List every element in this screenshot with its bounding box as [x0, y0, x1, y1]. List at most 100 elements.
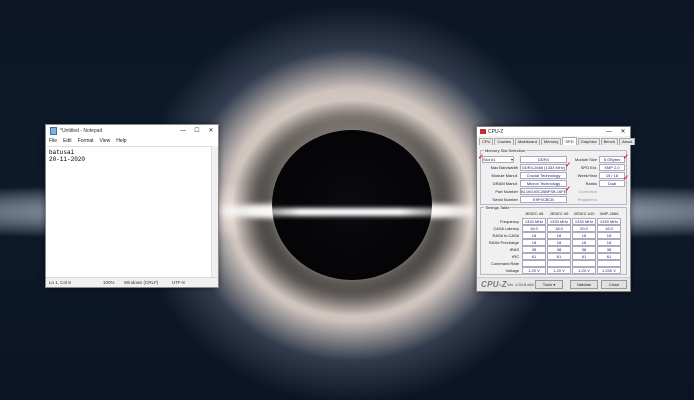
timings-column-header: XMP-2666: [599, 211, 619, 216]
tab-mainboard[interactable]: Mainboard: [515, 138, 540, 145]
timings-cell: 61: [522, 253, 546, 260]
menu-format[interactable]: Format: [78, 138, 94, 144]
notepad-statusbar: Ln 1, Col 8 100% Windows (CRLF) UTF-8: [46, 277, 218, 287]
slot-select-value: Slot #1: [483, 157, 496, 162]
check-mark-icon: ✓: [623, 154, 629, 161]
timings-cell: [572, 260, 596, 267]
timings-cell: 18: [572, 232, 596, 239]
notepad-text-area[interactable]: batusai 20-11-2020: [47, 146, 211, 278]
timings-group-label: Timings Table: [484, 205, 511, 210]
spd-ext-label: SPD Ext.: [580, 165, 597, 170]
maximize-icon[interactable]: ☐: [190, 127, 204, 134]
timings-cell: 16.0: [522, 225, 546, 232]
wallpaper-disk-front: [225, 208, 475, 216]
chevron-down-icon: ▾: [510, 157, 513, 162]
tools-button-label: Tools: [542, 282, 553, 287]
menu-file[interactable]: File: [49, 138, 57, 144]
week-year-value: 19 / 18: [599, 172, 625, 179]
close-button[interactable]: Close: [601, 280, 627, 289]
tools-button[interactable]: Tools ▾: [535, 280, 563, 289]
tab-about[interactable]: About: [618, 138, 636, 145]
timings-row-label: RAS# to CAS#: [492, 233, 519, 238]
tab-memory[interactable]: Memory: [540, 138, 562, 145]
timings-row-label: tRAS: [509, 247, 519, 252]
timings-cell: 16.0: [597, 225, 621, 232]
timings-cell: 1333 MHz: [597, 218, 621, 225]
minimize-icon[interactable]: —: [602, 129, 616, 135]
tab-bench[interactable]: Bench: [600, 138, 618, 145]
minimize-icon[interactable]: —: [176, 128, 190, 134]
memory-type-value: DDR4: [520, 156, 567, 163]
week-year-label: Week/Year: [577, 173, 597, 178]
tab-caches[interactable]: Caches: [494, 138, 515, 145]
spd-ext-value: XMP 2.0: [599, 164, 625, 171]
timings-cell: 20.0: [572, 225, 596, 232]
timings-cell: 38: [597, 246, 621, 253]
max-bandwidth-label: Max Bandwidth: [490, 165, 518, 170]
serial-number-label: Serial Number: [492, 197, 518, 202]
timings-row-label: tRC: [512, 254, 519, 259]
cpuz-version: Ver. 1.94.8.x64: [507, 282, 534, 287]
text-line: batusai: [49, 149, 75, 156]
cpuz-logo: CPU-Z: [481, 280, 507, 289]
timings-cell: [597, 260, 621, 267]
module-size-label: Module Size: [574, 157, 597, 162]
tab-graphics[interactable]: Graphics: [577, 138, 600, 145]
timings-cell: 18: [522, 232, 546, 239]
timings-cell: 18: [597, 239, 621, 246]
notepad-menubar: File Edit Format View Help: [46, 136, 218, 145]
menu-help[interactable]: Help: [116, 138, 126, 144]
registered-label: Registered: [577, 197, 597, 202]
ranks-label: Ranks: [585, 181, 597, 186]
timings-cell: 18: [572, 239, 596, 246]
wallpaper-black-hole: [272, 130, 432, 280]
timings-cell: 1333 MHz: [522, 218, 546, 225]
timings-cell: 61: [572, 253, 596, 260]
timings-row-label: Frequency: [500, 219, 519, 224]
notepad-scrollbar[interactable]: [211, 146, 218, 278]
cpuz-title: CPU-Z: [488, 128, 504, 135]
dram-manuf-value: Micron Technology: [520, 180, 567, 187]
timings-cell: 1.20 V: [522, 267, 546, 274]
check-mark-icon: ✓: [565, 162, 571, 169]
cpuz-titlebar[interactable]: CPU-Z — ✕: [477, 127, 630, 136]
part-number-label: Part Number: [495, 189, 518, 194]
close-icon[interactable]: ✕: [204, 127, 218, 134]
close-icon[interactable]: ✕: [616, 128, 630, 135]
status-position: Ln 1, Col 8: [49, 280, 71, 285]
menu-edit[interactable]: Edit: [63, 138, 72, 144]
timings-column-header: JEDEC #10: [573, 211, 595, 216]
chevron-down-icon: ▾: [553, 282, 556, 287]
notepad-app-icon: [50, 126, 57, 135]
timings-cell: 61: [547, 253, 571, 260]
check-mark-icon: ✓: [478, 154, 484, 161]
notepad-titlebar[interactable]: *Untitled - Notepad — ☐ ✕: [46, 125, 218, 136]
timings-cell: 61: [597, 253, 621, 260]
timings-cell: 38: [572, 246, 596, 253]
ranks-value: Dual: [599, 180, 625, 187]
timings-cell: 18: [597, 232, 621, 239]
notepad-title: *Untitled - Notepad: [60, 127, 103, 134]
validate-button[interactable]: Validate: [570, 280, 598, 289]
slot-select[interactable]: Slot #1 ▾: [482, 156, 514, 163]
timings-cell: [547, 260, 571, 267]
correction-label: Correction: [578, 189, 597, 194]
timings-row-label: CAS# Latency: [493, 226, 519, 231]
status-line-ending: Windows (CRLF): [124, 280, 159, 285]
tab-cpu[interactable]: CPU: [479, 138, 494, 145]
cpuz-window: CPU-Z — ✕ CPU Caches Mainboard Memory SP…: [476, 126, 636, 292]
check-mark-icon: ✓: [623, 175, 629, 182]
cpuz-tabs: CPU Caches Mainboard Memory SPD Graphics…: [477, 136, 636, 145]
timings-cell: 18: [547, 232, 571, 239]
module-manuf-label: Module Manuf.: [491, 173, 518, 178]
part-number-value: BL16G40C26BFSB.16FE: [520, 188, 567, 195]
timings-cell: [522, 260, 546, 267]
timings-cell: 18: [522, 239, 546, 246]
cpuz-app-icon: [480, 129, 486, 134]
timings-row-label: Voltage: [505, 268, 519, 273]
menu-view[interactable]: View: [100, 138, 111, 144]
tab-spd[interactable]: SPD: [562, 137, 577, 145]
check-mark-icon: ✓: [565, 186, 571, 193]
timings-row-label: RAS# Precharge: [488, 240, 519, 245]
timings-cell: 18: [547, 239, 571, 246]
